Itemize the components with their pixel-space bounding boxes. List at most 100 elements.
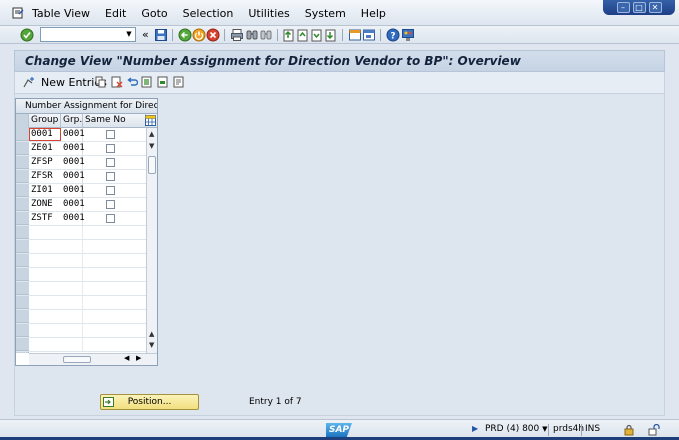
row-selector[interactable] <box>16 324 29 337</box>
row-selector[interactable] <box>16 156 29 169</box>
row-selector[interactable] <box>16 170 29 183</box>
table-row <box>16 282 146 296</box>
lock-icon[interactable] <box>623 424 635 436</box>
row-selector[interactable] <box>16 226 29 239</box>
horizontal-scroll-thumb[interactable] <box>63 356 91 363</box>
next-page-icon[interactable] <box>310 28 324 42</box>
menu-icon[interactable] <box>12 7 24 19</box>
same-no-checkbox[interactable] <box>106 214 115 223</box>
table-row: ZSTF 0001 <box>16 212 146 226</box>
vertical-scrollbar[interactable]: ▲ ▼ ▲ ▼ <box>146 128 157 353</box>
copy-icon[interactable] <box>95 76 107 88</box>
help-icon[interactable]: ? <box>386 28 400 42</box>
table-row <box>16 324 146 338</box>
grp-input[interactable]: 0001 <box>61 128 85 141</box>
row-selector[interactable] <box>16 198 29 211</box>
insert-mode[interactable]: INS <box>585 424 600 434</box>
row-selector[interactable] <box>16 240 29 253</box>
system-info[interactable]: PRD (4) 800 ▼ <box>485 424 548 434</box>
table-settings-icon[interactable] <box>145 115 156 126</box>
menu-help[interactable]: Help <box>361 7 386 20</box>
select-all-icon[interactable] <box>141 76 153 88</box>
unlock-icon[interactable] <box>648 424 661 436</box>
same-no-checkbox[interactable] <box>106 130 115 139</box>
row-selector[interactable] <box>16 310 29 323</box>
menu-table-view[interactable]: Table View <box>32 7 90 20</box>
customize-layout-icon[interactable] <box>401 28 415 42</box>
close-icon[interactable]: ✕ <box>648 2 662 13</box>
same-no-checkbox[interactable] <box>106 186 115 195</box>
maximize-icon[interactable]: □ <box>632 2 646 13</box>
row-selector[interactable] <box>16 184 29 197</box>
scroll-up-page-icon[interactable]: ▼ <box>149 142 154 150</box>
grp-input[interactable]: 0001 <box>61 142 85 155</box>
scroll-up-icon[interactable]: ▲ <box>149 130 154 138</box>
select-all-rows-button[interactable] <box>16 114 29 128</box>
scroll-down-icon[interactable]: ▼ <box>149 341 154 349</box>
shortcut-icon[interactable] <box>362 28 376 42</box>
scroll-down-page-icon[interactable]: ▲ <box>149 330 154 338</box>
table-row: ZI01 0001 <box>16 184 146 198</box>
row-selector[interactable] <box>16 142 29 155</box>
back-arrow-icon[interactable] <box>178 28 192 42</box>
last-page-icon[interactable] <box>324 28 338 42</box>
select-block-icon[interactable] <box>157 76 169 88</box>
column-header-group[interactable]: Group <box>29 114 61 128</box>
same-no-checkbox[interactable] <box>106 172 115 181</box>
row-selector[interactable] <box>16 296 29 309</box>
empty-cell <box>61 296 83 309</box>
floppy-disk-icon[interactable] <box>154 28 168 42</box>
row-selector[interactable] <box>16 254 29 267</box>
grp-input[interactable]: 0001 <box>61 170 85 183</box>
row-selector[interactable] <box>16 128 29 141</box>
chevron-down-icon[interactable]: ▼ <box>542 425 547 433</box>
column-header-grp[interactable]: Grp. <box>61 114 83 128</box>
table-row: ZFSR 0001 <box>16 170 146 184</box>
cancel-icon[interactable] <box>206 28 220 42</box>
empty-cell <box>61 310 83 323</box>
grp-input[interactable]: 0001 <box>61 184 85 197</box>
same-no-checkbox[interactable] <box>106 200 115 209</box>
menu-utilities[interactable]: Utilities <box>248 7 289 20</box>
position-button[interactable]: Position... <box>100 394 199 410</box>
grp-input[interactable]: 0001 <box>61 156 85 169</box>
grp-input[interactable]: 0001 <box>61 212 85 225</box>
system-toolbar: ▼ « ? <box>0 26 679 44</box>
play-icon[interactable]: ▶ <box>472 424 478 433</box>
column-header-same-no[interactable]: Same No <box>83 114 146 128</box>
menu-selection[interactable]: Selection <box>183 7 234 20</box>
minimize-icon[interactable]: – <box>616 2 630 13</box>
row-selector[interactable] <box>16 338 29 351</box>
horizontal-scrollbar[interactable]: ◀ ▶ <box>29 353 157 365</box>
entry-counter: Entry 1 of 7 <box>249 397 302 407</box>
menu-system[interactable]: System <box>305 7 346 20</box>
menu-goto[interactable]: Goto <box>141 7 167 20</box>
binoculars-icon[interactable] <box>245 28 259 42</box>
undo-icon[interactable] <box>126 76 138 88</box>
exit-icon[interactable] <box>192 28 206 42</box>
find-next-icon[interactable] <box>259 28 273 42</box>
scroll-right-icon[interactable]: ▶ <box>136 354 141 362</box>
row-selector[interactable] <box>16 268 29 281</box>
delete-icon[interactable] <box>111 76 123 88</box>
row-selector[interactable] <box>16 282 29 295</box>
printer-icon[interactable] <box>230 28 244 42</box>
same-no-checkbox[interactable] <box>106 158 115 167</box>
same-no-checkbox[interactable] <box>106 144 115 153</box>
grp-input[interactable]: 0001 <box>61 198 85 211</box>
new-session-icon[interactable] <box>348 28 362 42</box>
check-circle-icon[interactable] <box>20 28 34 42</box>
command-input[interactable] <box>41 29 121 42</box>
vertical-scroll-thumb[interactable] <box>148 156 156 174</box>
deselect-all-icon[interactable] <box>173 76 185 88</box>
chevron-down-icon[interactable]: ▼ <box>123 28 135 41</box>
menu-edit[interactable]: Edit <box>105 7 126 20</box>
title-bar: Change View "Number Assignment for Direc… <box>14 50 665 72</box>
command-field[interactable]: ▼ <box>40 27 136 42</box>
scroll-left-icon[interactable]: ◀ <box>124 354 129 362</box>
previous-page-icon[interactable] <box>296 28 310 42</box>
menu-bar: Table View Edit Goto Selection Utilities… <box>0 0 679 26</box>
row-selector[interactable] <box>16 212 29 225</box>
first-page-icon[interactable] <box>282 28 296 42</box>
page-title: Change View "Number Assignment for Direc… <box>25 54 521 68</box>
